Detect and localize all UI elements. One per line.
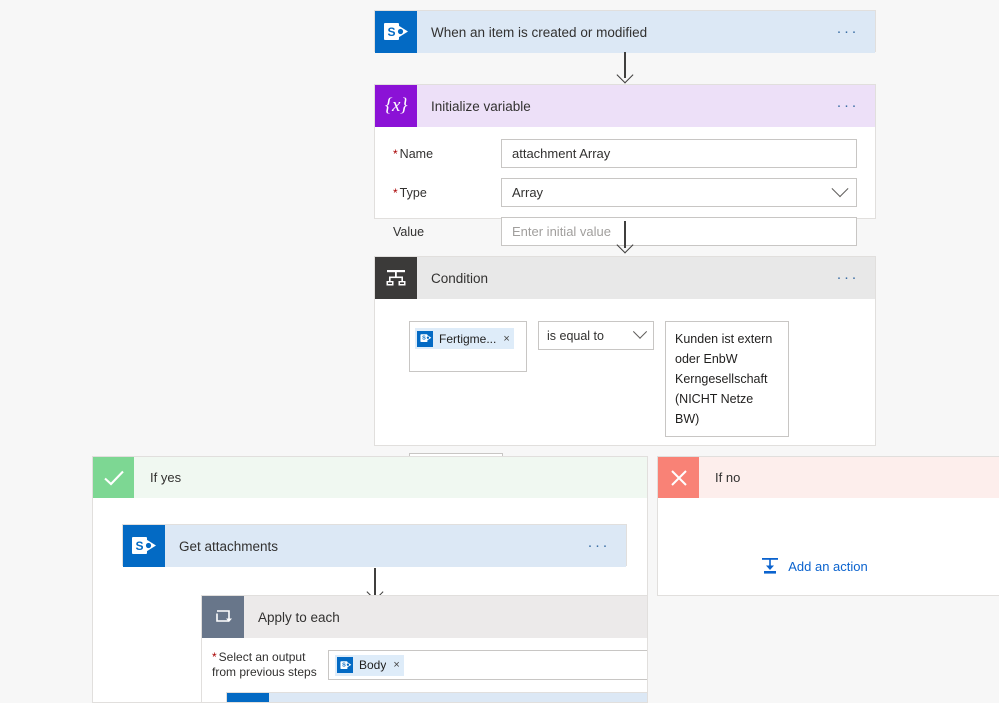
chevron-down-icon: [831, 179, 849, 197]
get-attachment-content-card[interactable]: S Get attachment content ···: [226, 692, 647, 702]
initialize-variable-card[interactable]: {x} Initialize variable ··· Name attachm…: [374, 84, 876, 246]
get-attachments-title: Get attachments: [179, 538, 279, 554]
sharepoint-icon: S: [375, 11, 417, 53]
condition-title: Condition: [431, 270, 489, 286]
variable-name-label: Name: [393, 147, 501, 161]
variable-name-input[interactable]: attachment Array: [501, 139, 857, 168]
condition-icon: [375, 257, 417, 299]
remove-token-icon[interactable]: ×: [393, 659, 399, 671]
apply-to-each-header[interactable]: Apply to each ···: [202, 596, 647, 638]
condition-expression-row: S Fertigme... × is equal to Kunden ist e…: [409, 321, 857, 437]
sharepoint-arrow-icon: [396, 24, 408, 39]
branch-if-yes-header: If yes: [93, 457, 647, 498]
sharepoint-arrow-icon: [425, 334, 431, 342]
condition-header[interactable]: Condition ···: [375, 257, 875, 299]
condition-left-operand[interactable]: S Fertigme... ×: [409, 321, 527, 372]
sharepoint-icon: S: [123, 525, 165, 567]
apply-to-each-token[interactable]: S Body ×: [335, 654, 404, 676]
condition-operator-select[interactable]: is equal to: [538, 321, 654, 350]
get-attachments-more-menu[interactable]: ···: [572, 538, 627, 553]
sharepoint-icon: S: [337, 657, 353, 673]
apply-to-each-field-label: Select an output from previous steps: [212, 650, 328, 680]
check-icon: [93, 457, 134, 498]
chevron-down-icon: [632, 324, 648, 339]
get-attachments-card[interactable]: S Get attachments ···: [122, 524, 627, 567]
condition-operator-value: is equal to: [547, 328, 604, 343]
close-icon: [658, 457, 699, 498]
add-an-action-label: Add an action: [788, 558, 868, 574]
sharepoint-icon: S: [227, 693, 269, 702]
trigger-title: When an item is created or modified: [431, 24, 648, 40]
initialize-variable-title: Initialize variable: [431, 98, 531, 114]
loop-arrow-icon: [216, 610, 232, 622]
variable-type-label: Type: [393, 186, 501, 200]
variable-value-input[interactable]: Enter initial value: [501, 217, 857, 246]
condition-token-label: Fertigme...: [439, 331, 497, 346]
condition-token[interactable]: S Fertigme... ×: [415, 328, 514, 349]
connector-variable-to-condition: [616, 221, 634, 255]
variable-type-value: Array: [512, 185, 544, 200]
sharepoint-icon: S: [417, 330, 433, 347]
branch-if-yes-label: If yes: [150, 470, 182, 485]
apply-to-each-title: Apply to each: [258, 609, 340, 625]
sharepoint-arrow-icon: [345, 660, 351, 668]
checkmark-glyph: [103, 470, 124, 485]
branch-if-no-label: If no: [715, 470, 741, 485]
add-an-action-button[interactable]: Add an action: [761, 557, 868, 575]
sharepoint-arrow-icon: [144, 538, 156, 553]
trigger-card[interactable]: S When an item is created or modified ··…: [374, 10, 876, 53]
get-attachments-header[interactable]: S Get attachments ···: [123, 525, 626, 567]
initialize-variable-header[interactable]: {x} Initialize variable ···: [375, 85, 875, 127]
apply-to-each-card[interactable]: Apply to each ··· Select an output from …: [201, 595, 647, 702]
branch-if-yes: If yes S Get attachments ··· Apply to ea…: [92, 456, 648, 703]
get-attachment-content-header[interactable]: S Get attachment content ···: [227, 693, 647, 702]
branch-if-no-header: If no: [658, 457, 999, 498]
variable-name-row: Name attachment Array: [393, 139, 857, 168]
condition-branch-icon: [386, 270, 406, 286]
apply-to-each-token-label: Body: [359, 658, 387, 672]
condition-card[interactable]: Condition ··· S Fertigme... × is equal t…: [374, 256, 876, 484]
trigger-card-header[interactable]: S When an item is created or modified ··…: [375, 11, 875, 53]
apply-to-each-output-input[interactable]: S Body ×: [328, 650, 647, 680]
remove-token-icon[interactable]: ×: [503, 333, 509, 345]
variable-value-label: Value: [393, 224, 425, 239]
loop-icon: [202, 596, 244, 638]
apply-to-each-field-row: Select an output from previous steps S: [212, 650, 647, 680]
variable-type-row: Type Array: [393, 178, 857, 207]
trigger-more-menu[interactable]: ···: [821, 24, 876, 39]
branch-if-no: If no Add an action: [657, 456, 999, 596]
add-action-icon: [762, 558, 779, 574]
variable-type-select[interactable]: Array: [501, 178, 857, 207]
close-glyph: [670, 469, 687, 486]
condition-value-input[interactable]: Kunden ist extern oder EnbW Kerngesellsc…: [665, 321, 789, 437]
condition-more-menu[interactable]: ···: [821, 270, 876, 285]
initialize-variable-more-menu[interactable]: ···: [821, 98, 876, 113]
connector-trigger-to-variable: [616, 52, 634, 84]
variable-braces-icon: {x}: [375, 85, 417, 127]
